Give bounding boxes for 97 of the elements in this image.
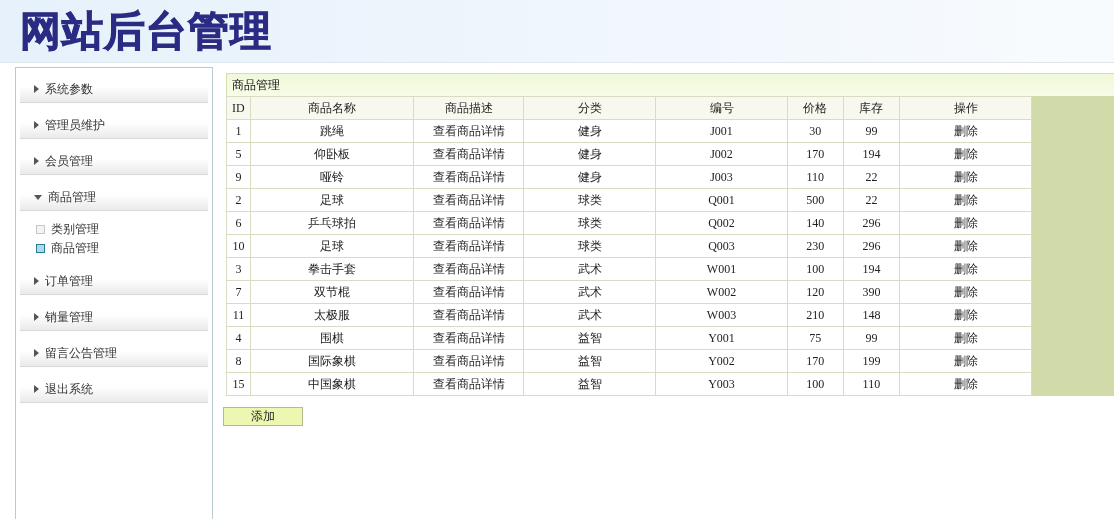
table-cell: 足球 [250,234,414,258]
delete-link[interactable]: 删除 [953,215,978,230]
add-button[interactable]: 添加 [223,407,303,426]
table-cell: 健身 [523,165,656,189]
table-cell: Q002 [655,211,788,235]
table-cell: 148 [843,303,900,327]
column-header: 编号 [655,96,788,120]
table-cell: 武术 [523,303,656,327]
table-cell: W002 [655,280,788,304]
table-cell: 乒乓球拍 [250,211,414,235]
table-cell: 跳绳 [250,119,414,143]
site-title: 网站后台管理 [20,5,272,57]
table-cell: 足球 [250,188,414,212]
table-cell: 6 [226,211,251,235]
column-header: 分类 [523,96,656,120]
table-cell: J002 [655,142,788,166]
table-cell: 9 [226,165,251,189]
column-header: 价格 [787,96,844,120]
delete-link[interactable]: 删除 [953,330,978,345]
delete-link[interactable]: 删除 [953,261,978,276]
table-cell: 194 [843,142,900,166]
column-header: 商品描述 [413,96,524,120]
delete-link[interactable]: 删除 [953,192,978,207]
table-cell: 296 [843,211,900,235]
table-cell: 390 [843,280,900,304]
delete-link[interactable]: 删除 [953,123,978,138]
table-cell: 太极服 [250,303,414,327]
table-cell: W003 [655,303,788,327]
delete-link[interactable]: 删除 [953,238,978,253]
table-cell: Q001 [655,188,788,212]
table-cell: 益智 [523,349,656,373]
table-cell: 哑铃 [250,165,414,189]
table-cell: 4 [226,326,251,350]
table-cell: 益智 [523,326,656,350]
panel-title: 商品管理 [226,74,1114,96]
column-header: ID [226,96,251,120]
table-cell: 15 [226,372,251,396]
table-cell: 健身 [523,142,656,166]
table-cell: 100 [787,372,844,396]
table-cell: 99 [843,119,900,143]
table-cell: 296 [843,234,900,258]
table-cell: 110 [787,165,844,189]
table-cell: 武术 [523,280,656,304]
table-cell: 22 [843,165,900,189]
table-cell: 5 [226,142,251,166]
submenu-item[interactable]: 商品管理 [36,239,212,258]
table-cell: 500 [787,188,844,212]
delete-link[interactable]: 删除 [953,307,978,322]
column-header: 库存 [843,96,900,120]
table-cell: 1 [226,119,251,143]
table-cell: 球类 [523,211,656,235]
table-cell: 3 [226,257,251,281]
delete-link[interactable]: 删除 [953,376,978,391]
table-cell: 170 [787,142,844,166]
table-cell: Y003 [655,372,788,396]
table-cell: 7 [226,280,251,304]
delete-link[interactable]: 删除 [953,284,978,299]
table-cell: 120 [787,280,844,304]
table-cell: 99 [843,326,900,350]
table-cell: 210 [787,303,844,327]
table-cell: 国际象棋 [250,349,414,373]
delete-link[interactable]: 删除 [953,353,978,368]
table-cell: 中国象棋 [250,372,414,396]
table-cell: J003 [655,165,788,189]
column-header: 商品名称 [250,96,414,120]
table-cell: 武术 [523,257,656,281]
table-cell: 230 [787,234,844,258]
table-cell: 双节棍 [250,280,414,304]
table-cell: 8 [226,349,251,373]
table-cell: J001 [655,119,788,143]
table-cell: 健身 [523,119,656,143]
table-cell: 仰卧板 [250,142,414,166]
delete-link[interactable]: 删除 [953,146,978,161]
delete-link[interactable]: 删除 [953,169,978,184]
table-cell: 30 [787,119,844,143]
table-cell: 199 [843,349,900,373]
table-cell: 75 [787,326,844,350]
table-cell: 拳击手套 [250,257,414,281]
table-cell: 球类 [523,234,656,258]
table-cell: 110 [843,372,900,396]
table-cell: Y002 [655,349,788,373]
table-cell: 球类 [523,188,656,212]
table-cell: 10 [226,234,251,258]
table-cell: 194 [843,257,900,281]
table-cell: 2 [226,188,251,212]
table-cell: Q003 [655,234,788,258]
table-cell: 140 [787,211,844,235]
table-cell: Y001 [655,326,788,350]
table-cell: 22 [843,188,900,212]
table-cell: 益智 [523,372,656,396]
table-cell: 11 [226,303,251,327]
submenu-item[interactable]: 类别管理 [36,220,212,239]
table-cell: 100 [787,257,844,281]
table-cell: 170 [787,349,844,373]
table-cell: 围棋 [250,326,414,350]
column-header: 操作 [899,96,1032,120]
table-cell: W001 [655,257,788,281]
